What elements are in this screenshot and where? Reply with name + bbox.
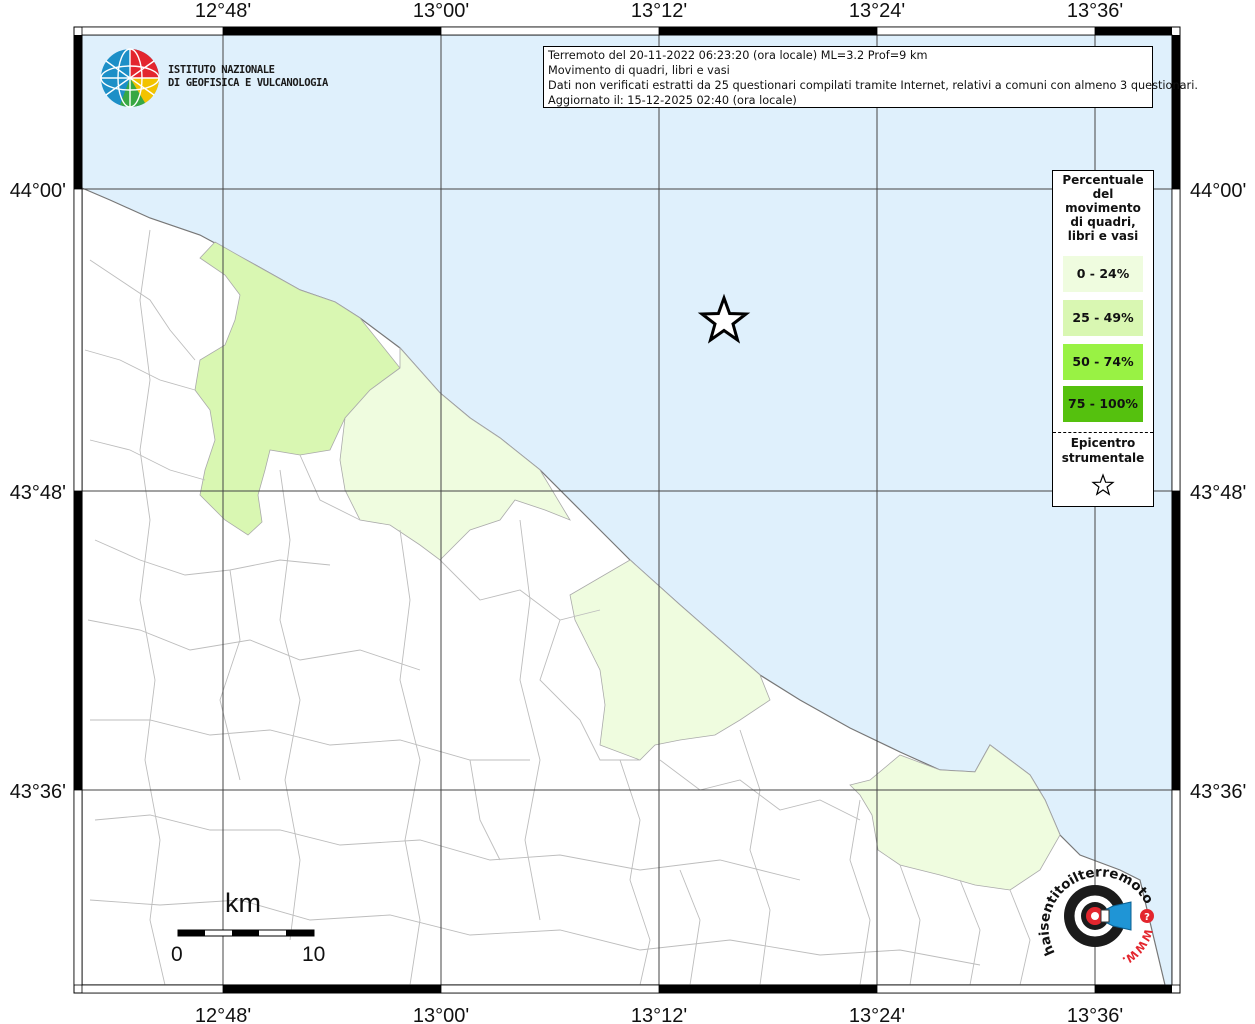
scale-unit: km xyxy=(225,888,261,918)
legend-title-line: Percentuale xyxy=(1062,173,1144,187)
info-line: Dati non verificati estratti da 25 quest… xyxy=(548,79,1198,92)
lat-tick-label: 43°48' xyxy=(1190,482,1246,504)
lat-tick-label: 44°00' xyxy=(1190,180,1246,202)
badge-www-text: WWW. xyxy=(1120,927,1155,967)
lon-tick-label: 13°12' xyxy=(631,0,687,22)
legend-class-0: 0 - 24% xyxy=(1063,256,1143,292)
ingv-logo: ISTITUTO NAZIONALE DI GEOFISICA E VULCAN… xyxy=(100,47,330,111)
legend-class-3: 75 - 100% xyxy=(1063,386,1143,422)
lon-labels-top: 12°48' 13°00' 13°12' 13°24' 13°36' xyxy=(195,0,1123,22)
lon-labels-bottom: 12°48' 13°00' 13°12' 13°24' 13°36' xyxy=(195,1005,1123,1024)
lon-tick-label: 13°12' xyxy=(631,1005,687,1024)
legend-class-1: 25 - 49% xyxy=(1063,300,1143,336)
legend-star-icon xyxy=(1091,473,1115,496)
legend: Percentuale del movimento di quadri, lib… xyxy=(1052,170,1154,507)
lon-tick-label: 13°36' xyxy=(1067,0,1123,22)
haisentito-logo-icon: haisentitoilterremoto.it WWW. ? xyxy=(1030,846,1157,967)
legend-title-line: del xyxy=(1092,187,1114,201)
legend-divider xyxy=(1053,432,1153,433)
event-info-box: Terremoto del 20-11-2022 06:23:20 (ora l… xyxy=(543,46,1198,108)
info-line: Movimento di quadri, libri e vasi xyxy=(548,64,730,77)
lat-tick-label: 43°36' xyxy=(1190,781,1246,803)
epicenter-label-line: Epicentro xyxy=(1070,436,1136,450)
legend-title-line: libri e vasi xyxy=(1067,229,1139,243)
lat-tick-label: 44°00' xyxy=(10,180,66,202)
scale-start: 0 xyxy=(171,943,183,966)
legend-title-line: movimento xyxy=(1065,201,1141,215)
lon-tick-label: 13°36' xyxy=(1067,1005,1123,1024)
lon-tick-label: 12°48' xyxy=(195,1005,251,1024)
badge-question-text: ? xyxy=(1144,912,1150,923)
info-line: Terremoto del 20-11-2022 06:23:20 (ora l… xyxy=(548,49,928,62)
globe-icon xyxy=(100,48,160,108)
legend-title-line: di quadri, xyxy=(1070,215,1136,229)
lat-labels-left: 44°00' 43°48' 43°36' xyxy=(10,180,66,803)
lon-tick-label: 13°24' xyxy=(849,1005,905,1024)
legend-class-2: 50 - 74% xyxy=(1063,344,1143,380)
legend-title: Percentuale del movimento di quadri, lib… xyxy=(1053,173,1153,243)
lon-tick-label: 12°48' xyxy=(195,0,251,22)
lat-tick-label: 43°36' xyxy=(10,781,66,803)
scale-bar xyxy=(177,929,315,937)
logo-line: DI GEOFISICA E VULCANOLOGIA xyxy=(168,77,328,89)
info-line: Aggiornato il: 15-12-2025 02:40 (ora loc… xyxy=(548,94,797,107)
logo-text: ISTITUTO NAZIONALE DI GEOFISICA E VULCAN… xyxy=(168,64,328,90)
lon-tick-label: 13°24' xyxy=(849,0,905,22)
lon-tick-label: 13°00' xyxy=(413,0,469,22)
lat-labels-right: 44°00' 43°48' 43°36' xyxy=(1190,180,1246,803)
epicenter-label: Epicentro strumentale xyxy=(1053,436,1153,466)
logo-line: ISTITUTO NAZIONALE xyxy=(168,64,275,76)
lon-tick-label: 13°00' xyxy=(413,1005,469,1024)
lat-tick-label: 43°48' xyxy=(10,482,66,504)
epicenter-label-line: strumentale xyxy=(1061,451,1145,465)
scale-end: 10 xyxy=(302,943,326,966)
haisentito-badge[interactable]: haisentitoilterremoto.it WWW. ? xyxy=(1030,846,1163,973)
